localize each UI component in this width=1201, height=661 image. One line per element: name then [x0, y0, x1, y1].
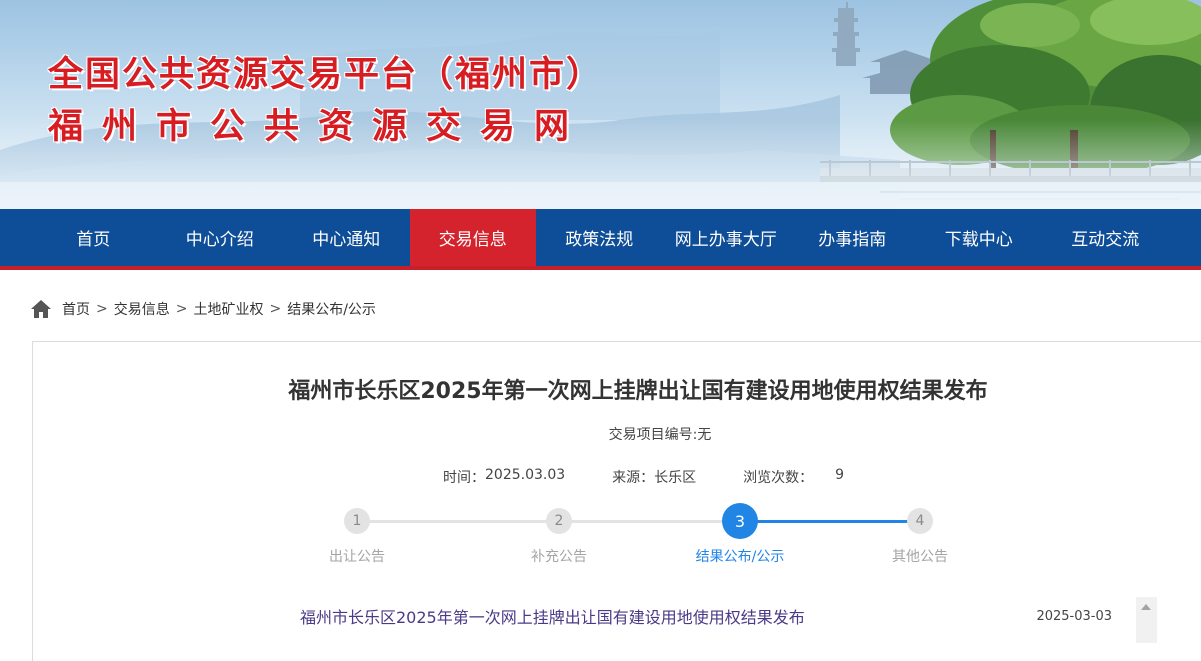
nav-item-interaction[interactable]: 互动交流: [1042, 209, 1169, 266]
nav-item-center-notice[interactable]: 中心通知: [283, 209, 410, 266]
breadcrumb-separator: >: [175, 301, 188, 317]
site-banner: 全国公共资源交易平台（福州市） 福州市公共资源交易网: [0, 0, 1201, 209]
article-title: 福州市长乐区2025年第一次网上挂牌出让国有建设用地使用权结果发布: [288, 379, 988, 404]
time-value: 2025.03.03: [485, 467, 566, 483]
breadcrumb: 首页 > 交易信息 > 土地矿业权 > 结果公布/公示: [30, 296, 376, 322]
step-2-circle[interactable]: 2: [546, 508, 572, 534]
views-value: 9: [835, 467, 845, 483]
step-line-2-3: [559, 520, 740, 523]
list-item-link[interactable]: 福州市长乐区2025年第一次网上挂牌出让国有建设用地使用权结果发布: [300, 604, 805, 628]
list-item: 福州市长乐区2025年第一次网上挂牌出让国有建设用地使用权结果发布 2025-0…: [300, 603, 1112, 629]
time-label: 时间：: [443, 470, 485, 486]
scroll-up-arrow-icon[interactable]: [1141, 604, 1151, 610]
breadcrumb-separator: >: [269, 301, 282, 317]
site-title-line2: 福州市公共资源交易网: [48, 107, 589, 147]
nav-item-policies[interactable]: 政策法规: [536, 209, 663, 266]
nav-item-home[interactable]: 首页: [30, 209, 157, 266]
nav-item-center-intro[interactable]: 中心介绍: [157, 209, 284, 266]
process-steps: 1 2 3 4 出让公告 补充公告 结果公布/公示 其他公告: [300, 503, 1020, 573]
site-title-line1: 全国公共资源交易平台（福州市）: [48, 55, 604, 95]
scrollbar[interactable]: [1136, 597, 1157, 643]
source-label: 来源：: [612, 470, 655, 486]
main-nav: 首页 中心介绍 中心通知 交易信息 政策法规 网上办事大厅 办事指南 下载中心 …: [0, 209, 1201, 270]
step-3-circle[interactable]: 3: [722, 503, 758, 539]
breadcrumb-trade-info[interactable]: 交易信息: [114, 299, 170, 319]
nav-item-downloads[interactable]: 下载中心: [916, 209, 1043, 266]
source-value: 长乐区: [654, 470, 697, 486]
breadcrumb-result-publish[interactable]: 结果公布/公示: [287, 299, 376, 319]
home-icon: [31, 300, 51, 318]
views-label: 浏览次数：: [743, 470, 814, 486]
nav-item-online-hall[interactable]: 网上办事大厅: [663, 209, 790, 266]
project-number: 交易项目编号:无: [608, 427, 712, 443]
step-line-1-2: [357, 520, 559, 523]
step-4-label[interactable]: 其他公告: [892, 546, 948, 566]
step-2-label[interactable]: 补充公告: [531, 546, 587, 566]
step-line-3-4: [740, 520, 920, 523]
nav-item-trade-info[interactable]: 交易信息: [409, 209, 536, 266]
breadcrumb-separator: >: [96, 301, 108, 317]
step-3-label[interactable]: 结果公布/公示: [696, 546, 785, 566]
step-1-label[interactable]: 出让公告: [329, 546, 385, 566]
nav-item-guide[interactable]: 办事指南: [789, 209, 916, 266]
step-1-circle[interactable]: 1: [344, 508, 370, 534]
list-item-date: 2025-03-03: [1036, 608, 1112, 624]
breadcrumb-home[interactable]: 首页: [62, 299, 90, 319]
article-meta: 时间： 2025.03.03 来源： 长乐区 浏览次数： 9: [443, 467, 844, 487]
step-4-circle[interactable]: 4: [907, 508, 933, 534]
breadcrumb-land-mining[interactable]: 土地矿业权: [193, 299, 263, 319]
